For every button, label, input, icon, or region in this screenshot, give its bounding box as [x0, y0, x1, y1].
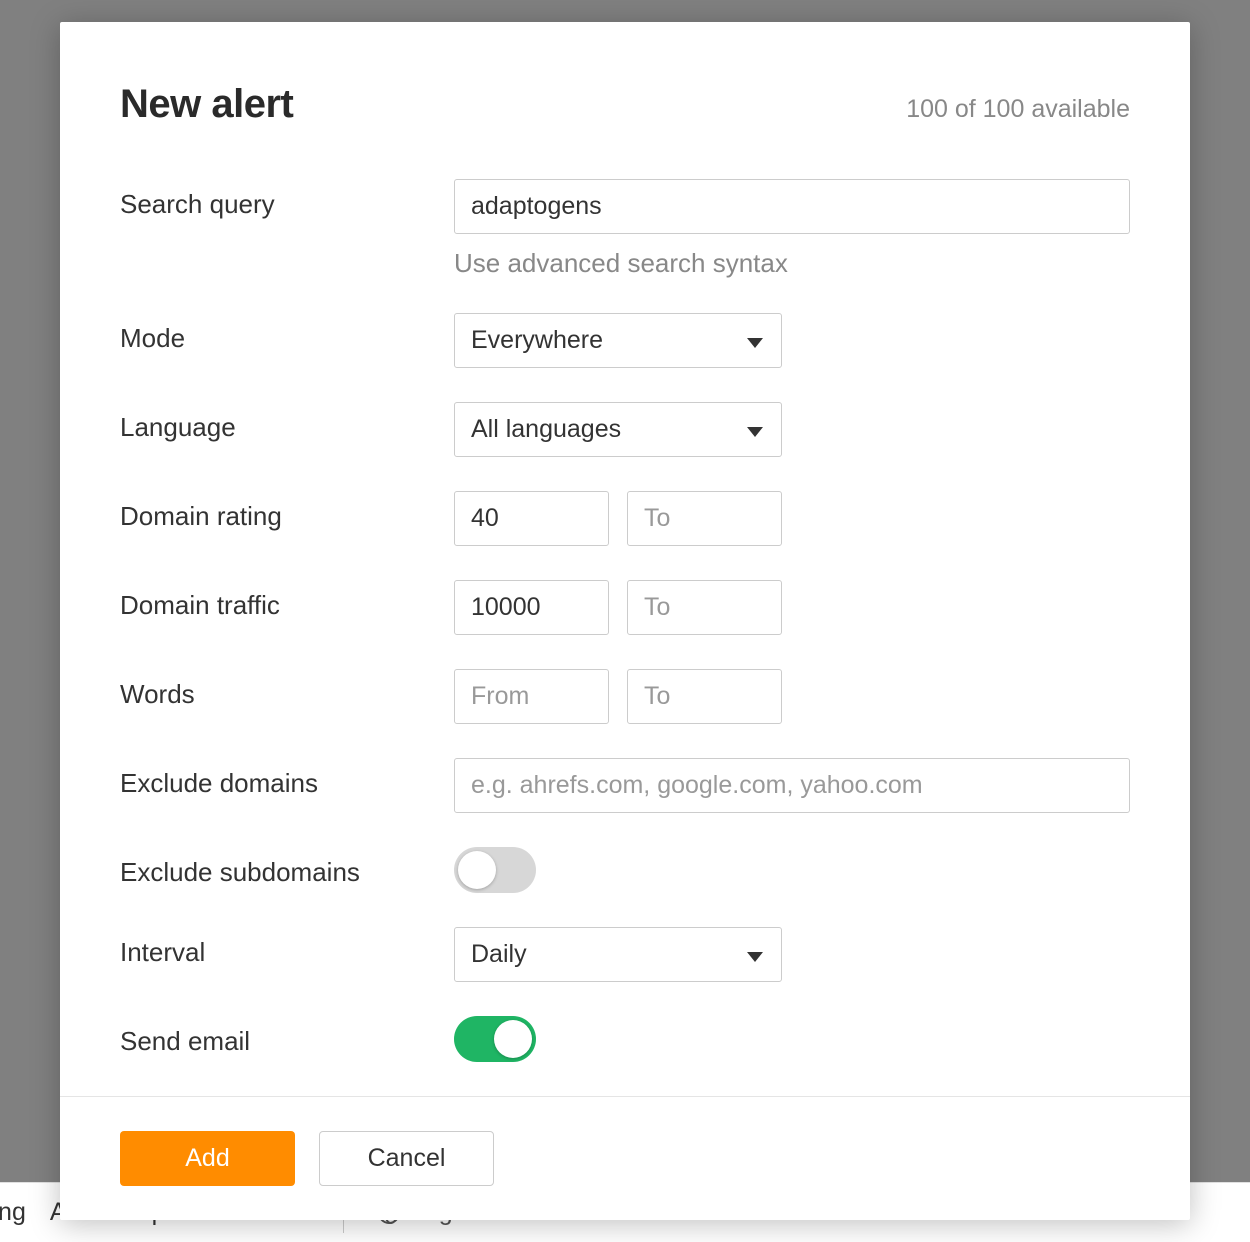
domain-traffic-to-input[interactable] [627, 580, 782, 635]
domain-rating-to-input[interactable] [627, 491, 782, 546]
search-query-label: Search query [120, 179, 454, 220]
language-select[interactable]: All languages [454, 402, 782, 457]
interval-select[interactable]: Daily [454, 927, 782, 982]
domain-rating-from-input[interactable] [454, 491, 609, 546]
mode-label: Mode [120, 313, 454, 354]
words-from-input[interactable] [454, 669, 609, 724]
language-form-label: Language [120, 402, 454, 443]
words-to-input[interactable] [627, 669, 782, 724]
chevron-down-icon [747, 338, 763, 348]
exclude-subdomains-toggle[interactable] [454, 847, 536, 893]
cancel-button[interactable]: Cancel [319, 1131, 494, 1186]
exclude-domains-input[interactable] [454, 758, 1130, 813]
domain-traffic-from-input[interactable] [454, 580, 609, 635]
domain-rating-label: Domain rating [120, 491, 454, 532]
new-alert-modal: New alert 100 of 100 available Search qu… [60, 22, 1190, 1220]
send-email-toggle[interactable] [454, 1016, 536, 1062]
mode-select-value: Everywhere [471, 326, 603, 354]
chevron-down-icon [747, 952, 763, 962]
add-button[interactable]: Add [120, 1131, 295, 1186]
domain-traffic-label: Domain traffic [120, 580, 454, 621]
exclude-domains-label: Exclude domains [120, 758, 454, 799]
interval-select-value: Daily [471, 940, 527, 968]
nav-pricing-partial[interactable]: cing [0, 1198, 26, 1227]
modal-title: New alert [120, 82, 293, 127]
language-select-value: All languages [471, 415, 621, 443]
mode-select[interactable]: Everywhere [454, 313, 782, 368]
chevron-down-icon [747, 427, 763, 437]
toggle-knob [458, 851, 496, 889]
search-query-hint[interactable]: Use advanced search syntax [454, 248, 1130, 279]
toggle-knob [494, 1020, 532, 1058]
words-label: Words [120, 669, 454, 710]
availability-text: 100 of 100 available [906, 95, 1130, 124]
send-email-label: Send email [120, 1016, 454, 1057]
search-query-input[interactable] [454, 179, 1130, 234]
exclude-subdomains-label: Exclude subdomains [120, 847, 454, 888]
interval-label: Interval [120, 927, 454, 968]
